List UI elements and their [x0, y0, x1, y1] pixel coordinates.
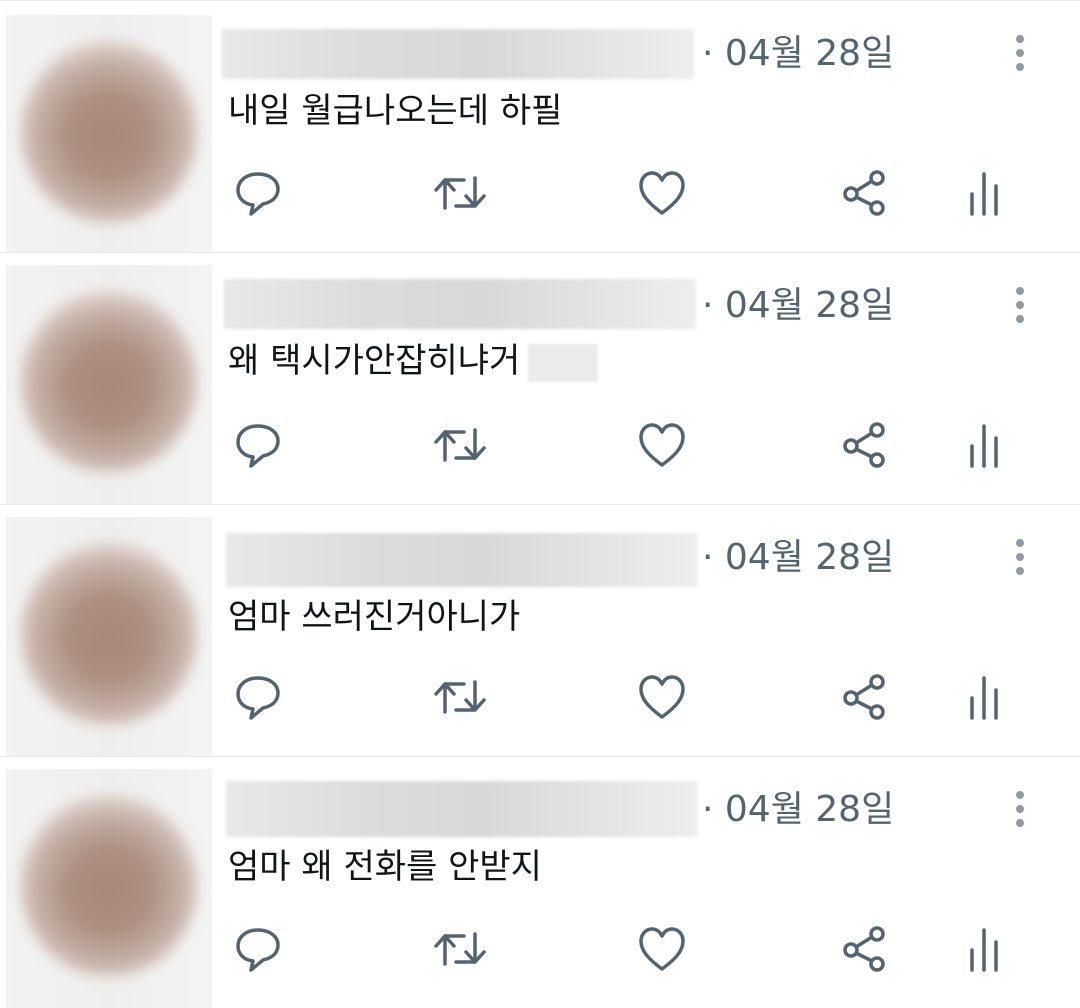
post-text: 엄마 왜 전화를 안받지: [228, 843, 542, 891]
action-bar: [0, 417, 1080, 473]
share-button[interactable]: [836, 417, 892, 473]
reply-icon: [236, 424, 280, 468]
retweet-button[interactable]: [432, 165, 488, 221]
post-text-content: 왜 택시가안잡히냐거: [228, 341, 521, 381]
retweet-icon: [434, 932, 486, 966]
tweet-post[interactable]: · 04월 28일 왜 택시가안잡히냐거: [0, 252, 1080, 505]
share-icon: [843, 674, 885, 720]
share-button[interactable]: [836, 921, 892, 977]
reply-icon: [236, 928, 280, 972]
stats-icon: [970, 928, 998, 972]
more-options-icon[interactable]: [1004, 787, 1036, 831]
share-icon: [843, 422, 885, 468]
stats-button[interactable]: [956, 669, 1012, 725]
blurred-username[interactable]: [226, 533, 698, 587]
retweet-icon: [434, 176, 486, 210]
post-text-content: 내일 월급나오는데 하필: [228, 91, 563, 131]
post-date[interactable]: · 04월 28일: [702, 787, 894, 833]
post-text: 엄마 쓰러진거아니가: [228, 593, 520, 641]
post-date[interactable]: · 04월 28일: [702, 31, 894, 77]
share-button[interactable]: [836, 669, 892, 725]
reply-icon: [236, 172, 280, 216]
blurred-username[interactable]: [222, 29, 694, 79]
stats-button[interactable]: [956, 921, 1012, 977]
share-icon: [843, 926, 885, 972]
retweet-button[interactable]: [432, 669, 488, 725]
reply-button[interactable]: [230, 921, 286, 977]
reply-button[interactable]: [230, 417, 286, 473]
post-text: 왜 택시가안잡히냐거: [228, 337, 599, 385]
tweet-post[interactable]: · 04월 28일 엄마 왜 전화를 안받지: [0, 756, 1080, 1008]
tweet-post[interactable]: · 04월 28일 엄마 쓰러진거아니가: [0, 504, 1080, 757]
action-bar: [0, 669, 1080, 725]
share-button[interactable]: [836, 165, 892, 221]
reply-button[interactable]: [230, 669, 286, 725]
post-text-content: 엄마 쓰러진거아니가: [228, 597, 521, 637]
more-options-icon[interactable]: [1004, 283, 1036, 327]
timeline-feed: · 04월 28일 내일 월급나오는데 하필 · 04월 28일 왜 택시가안잡…: [0, 0, 1080, 1008]
post-text: 내일 월급나오는데 하필: [228, 87, 562, 135]
action-bar: [0, 921, 1080, 977]
redacted-text: [528, 343, 599, 382]
like-icon: [639, 423, 685, 467]
retweet-icon: [434, 680, 486, 714]
share-icon: [843, 170, 885, 216]
post-text-content: 엄마 왜 전화를 안받지: [228, 847, 542, 887]
like-button[interactable]: [634, 669, 690, 725]
like-button[interactable]: [634, 417, 690, 473]
more-options-icon[interactable]: [1004, 31, 1036, 75]
action-bar: [0, 165, 1080, 221]
more-options-icon[interactable]: [1004, 535, 1036, 579]
stats-icon: [970, 676, 998, 720]
post-date[interactable]: · 04월 28일: [702, 283, 894, 329]
like-button[interactable]: [634, 921, 690, 977]
retweet-icon: [434, 428, 486, 462]
stats-icon: [970, 424, 998, 468]
like-icon: [639, 171, 685, 215]
post-date[interactable]: · 04월 28일: [702, 535, 894, 581]
like-icon: [639, 927, 685, 971]
tweet-post[interactable]: · 04월 28일 내일 월급나오는데 하필: [0, 0, 1080, 253]
stats-icon: [970, 172, 998, 216]
retweet-button[interactable]: [432, 417, 488, 473]
blurred-username[interactable]: [226, 781, 698, 837]
stats-button[interactable]: [956, 417, 1012, 473]
reply-button[interactable]: [230, 165, 286, 221]
reply-icon: [236, 676, 280, 720]
stats-button[interactable]: [956, 165, 1012, 221]
like-icon: [639, 675, 685, 719]
like-button[interactable]: [634, 165, 690, 221]
retweet-button[interactable]: [432, 921, 488, 977]
blurred-username[interactable]: [224, 279, 696, 329]
